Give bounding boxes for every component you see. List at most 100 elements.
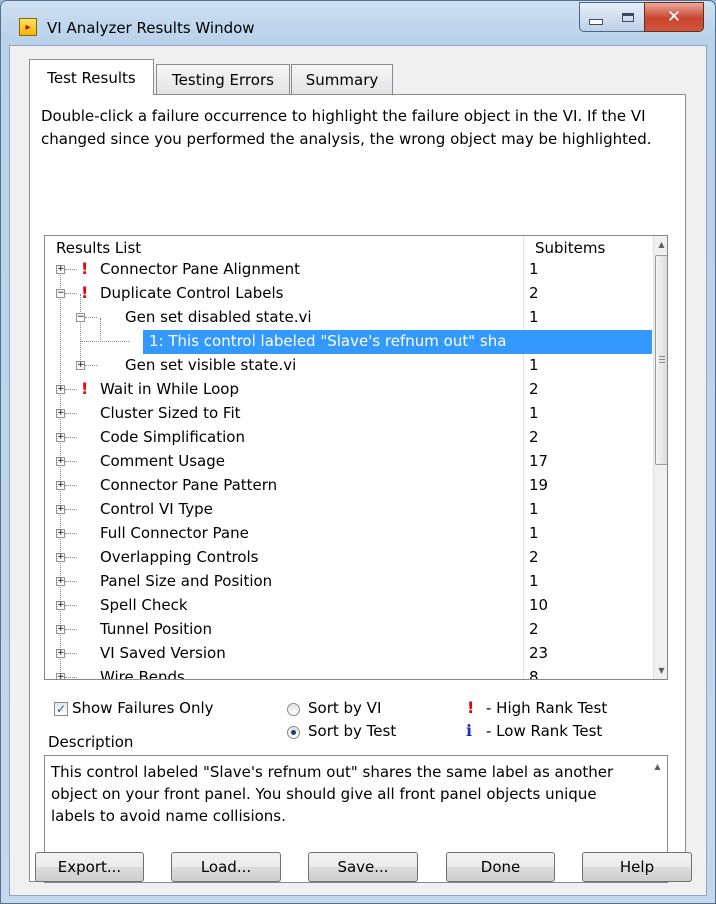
expand-icon[interactable]: +: [56, 457, 65, 466]
results-row[interactable]: + VI Saved Version 23: [45, 642, 652, 666]
expand-icon[interactable]: +: [56, 673, 65, 679]
results-row-subitems: 23: [529, 644, 549, 662]
expand-icon[interactable]: +: [56, 625, 65, 634]
tree-connector-line: [65, 533, 77, 534]
title-bar[interactable]: ▸ VI Analyzer Results Window ✕: [1, 1, 715, 45]
tree-connector-line: [65, 677, 77, 678]
results-row[interactable]: − Gen set disabled state.vi 1: [45, 306, 652, 330]
tree-connector-line: [65, 653, 77, 654]
expand-icon[interactable]: +: [56, 265, 65, 274]
expand-icon[interactable]: +: [56, 505, 65, 514]
expand-icon[interactable]: +: [56, 553, 65, 562]
results-row-label: Duplicate Control Labels: [100, 284, 284, 302]
results-scrollbar[interactable]: ▲ ▼: [653, 236, 667, 679]
done-button[interactable]: Done: [446, 852, 555, 882]
results-row[interactable]: + Control VI Type 1: [45, 498, 652, 522]
results-row[interactable]: +! Wait in While Loop 2: [45, 378, 652, 402]
collapse-icon[interactable]: −: [76, 313, 85, 322]
results-row-subitems: 1: [529, 500, 539, 518]
scroll-up-arrow-icon[interactable]: ▲: [650, 758, 665, 775]
results-row[interactable]: + Tunnel Position 2: [45, 618, 652, 642]
scroll-down-arrow-icon[interactable]: ▼: [654, 662, 667, 679]
collapse-icon[interactable]: −: [56, 289, 65, 298]
grip-line: [659, 359, 665, 360]
results-row-label: Code Simplification: [100, 428, 245, 446]
scroll-thumb[interactable]: [655, 255, 667, 465]
tree-connector-line: [65, 389, 77, 390]
expand-icon[interactable]: +: [56, 385, 65, 394]
tab-test-results[interactable]: Test Results: [29, 59, 154, 95]
expand-icon[interactable]: +: [76, 361, 85, 370]
results-row[interactable]: +! Connector Pane Alignment 1: [45, 258, 652, 282]
results-row-subitems: 1: [529, 356, 539, 374]
expand-icon[interactable]: +: [56, 481, 65, 490]
results-row[interactable]: + Panel Size and Position 1: [45, 570, 652, 594]
results-row[interactable]: + Overlapping Controls 2: [45, 546, 652, 570]
export-button[interactable]: Export...: [35, 852, 144, 882]
high-rank-icon: !: [467, 698, 475, 717]
results-row[interactable]: + Connector Pane Pattern 19: [45, 474, 652, 498]
results-list[interactable]: Results List Subitems +! Connector Pane A…: [44, 235, 668, 680]
load-button[interactable]: Load...: [171, 852, 281, 882]
test-results-panel: Double-click a failure occurrence to hig…: [29, 94, 686, 883]
results-row-label: Wait in While Loop: [100, 380, 239, 398]
low-rank-legend: - Low Rank Test: [486, 722, 603, 740]
results-row[interactable]: + Cluster Sized to Fit 1: [45, 402, 652, 426]
tree-connector-line: [65, 509, 77, 510]
close-button[interactable]: ✕: [644, 2, 704, 32]
results-row[interactable]: + Spell Check 10: [45, 594, 652, 618]
results-row-label: Connector Pane Alignment: [100, 260, 301, 278]
expand-icon[interactable]: +: [56, 577, 65, 586]
window-title: VI Analyzer Results Window: [47, 19, 255, 37]
high-rank-icon: !: [81, 283, 89, 302]
help-button[interactable]: Help: [582, 852, 692, 882]
results-row-label: Control VI Type: [100, 500, 213, 518]
results-row[interactable]: 1: This control labeled "Slave's refnum …: [45, 330, 652, 354]
results-row[interactable]: −! Duplicate Control Labels 2: [45, 282, 652, 306]
results-row-subitems: 1: [529, 572, 539, 590]
maximize-button[interactable]: [612, 2, 645, 32]
expand-icon[interactable]: +: [56, 433, 65, 442]
results-row-subitems: 8: [529, 668, 539, 680]
description-text: This control labeled "Slave's refnum out…: [51, 763, 614, 825]
expand-icon[interactable]: +: [56, 649, 65, 658]
results-row-subitems: 2: [529, 284, 539, 302]
results-row-subitems: 2: [529, 428, 539, 446]
tree-connector-line: [81, 341, 129, 342]
close-icon: ✕: [666, 7, 682, 27]
checkmark-icon: ✓: [55, 702, 67, 716]
results-row-subitems: 2: [529, 380, 539, 398]
sort-by-test-label: Sort by Test: [308, 722, 397, 740]
show-failures-only-label: Show Failures Only: [72, 699, 214, 717]
save-button[interactable]: Save...: [308, 852, 418, 882]
results-row-label: Panel Size and Position: [100, 572, 273, 590]
sort-by-test-radio[interactable]: [287, 726, 300, 739]
labview-app-icon: ▸: [19, 18, 37, 36]
tab-summary[interactable]: Summary: [291, 64, 393, 94]
results-row-subitems: 2: [529, 548, 539, 566]
high-rank-icon: !: [81, 259, 89, 278]
results-row[interactable]: + Code Simplification 2: [45, 426, 652, 450]
minimize-icon: [589, 19, 603, 25]
minimize-button[interactable]: [579, 2, 613, 32]
results-row[interactable]: + Comment Usage 17: [45, 450, 652, 474]
expand-icon[interactable]: +: [56, 409, 65, 418]
sort-by-vi-label: Sort by VI: [308, 699, 382, 717]
column-header-subitems[interactable]: Subitems: [535, 239, 605, 257]
tree-connector-line: [65, 605, 77, 606]
scroll-up-arrow-icon[interactable]: ▲: [654, 236, 667, 253]
column-header-results-list[interactable]: Results List: [56, 239, 141, 257]
tree-connector-line: [65, 581, 77, 582]
results-row[interactable]: + Full Connector Pane 1: [45, 522, 652, 546]
results-row-subitems: 1: [529, 308, 539, 326]
expand-icon[interactable]: +: [56, 529, 65, 538]
results-list-header: Results List Subitems: [45, 236, 667, 258]
results-row-subitems: 19: [529, 476, 549, 494]
expand-icon[interactable]: +: [56, 601, 65, 610]
results-row[interactable]: + Wire Bends 8: [45, 666, 652, 680]
sort-by-vi-radio[interactable]: [287, 703, 300, 716]
show-failures-only-checkbox[interactable]: ✓: [54, 702, 68, 716]
tab-testing-errors[interactable]: Testing Errors: [156, 64, 290, 94]
results-row[interactable]: + Gen set visible state.vi 1: [45, 354, 652, 378]
high-rank-icon: !: [81, 379, 89, 398]
